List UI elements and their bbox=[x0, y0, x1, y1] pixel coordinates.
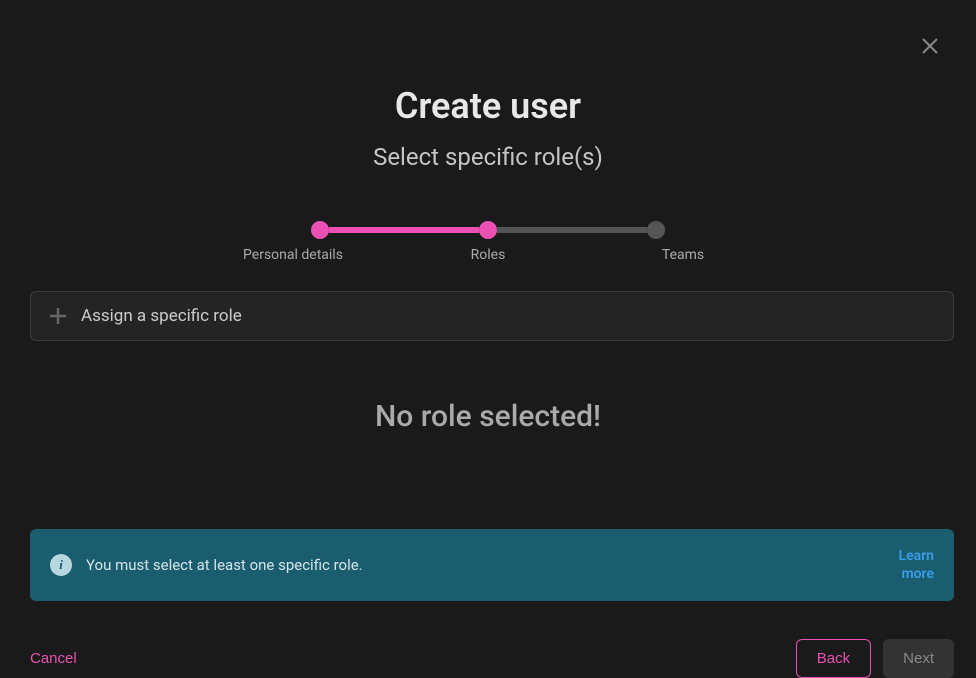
close-icon bbox=[921, 37, 939, 55]
cancel-button[interactable]: Cancel bbox=[30, 640, 77, 677]
assign-role-label: Assign a specific role bbox=[81, 306, 242, 326]
modal-title: Create user bbox=[30, 85, 946, 127]
step-label-2: Roles bbox=[438, 247, 538, 263]
step-dot-1 bbox=[311, 221, 329, 239]
step-line-2 bbox=[497, 227, 647, 233]
step-label-1: Personal details bbox=[243, 247, 343, 263]
next-button[interactable]: Next bbox=[883, 639, 954, 678]
info-icon: i bbox=[50, 554, 72, 576]
modal-footer: Cancel Back Next bbox=[30, 639, 954, 678]
modal-subtitle: Select specific role(s) bbox=[30, 143, 946, 171]
stepper-labels: Personal details Roles Teams bbox=[30, 247, 946, 263]
step-label-3: Teams bbox=[633, 247, 733, 263]
close-button[interactable] bbox=[920, 36, 940, 56]
create-user-modal: Create user Select specific role(s) Pers… bbox=[0, 0, 976, 660]
empty-state-message: No role selected! bbox=[30, 399, 946, 434]
modal-header: Create user Select specific role(s) bbox=[30, 85, 946, 171]
step-dot-3 bbox=[647, 221, 665, 239]
plus-icon bbox=[49, 307, 67, 325]
stepper bbox=[30, 221, 946, 239]
step-line-1 bbox=[329, 227, 479, 233]
info-banner: i You must select at least one specific … bbox=[30, 529, 954, 601]
assign-role-button[interactable]: Assign a specific role bbox=[30, 291, 954, 341]
info-message: You must select at least one specific ro… bbox=[86, 556, 870, 574]
back-button[interactable]: Back bbox=[796, 639, 871, 678]
learn-more-link[interactable]: Learn more bbox=[884, 547, 934, 583]
step-dot-2 bbox=[479, 221, 497, 239]
